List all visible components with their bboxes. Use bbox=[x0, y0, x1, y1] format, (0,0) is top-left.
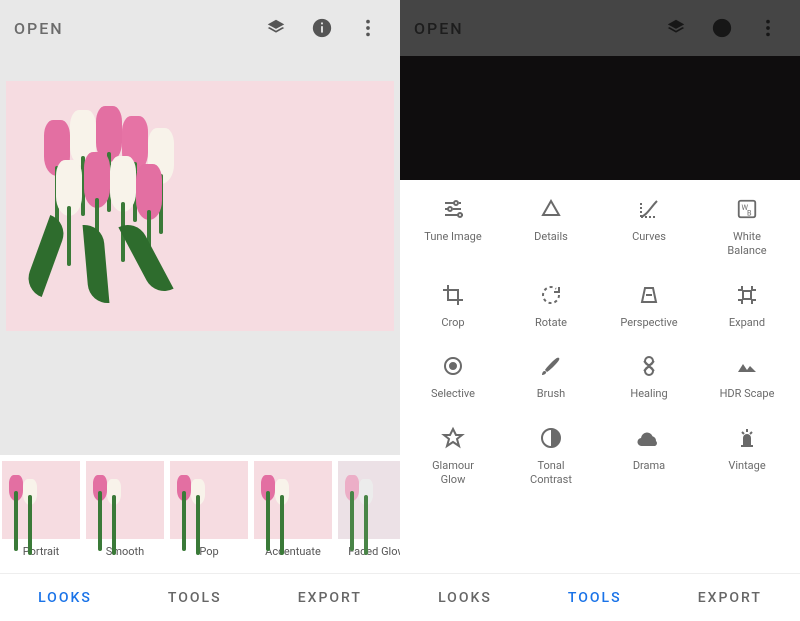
expand-icon bbox=[734, 282, 760, 308]
info-icon[interactable] bbox=[704, 10, 740, 46]
crop-icon bbox=[440, 282, 466, 308]
tool-label: Vintage bbox=[728, 459, 765, 473]
open-button[interactable]: OPEN bbox=[14, 19, 248, 38]
drama-icon bbox=[636, 425, 662, 451]
tool-label: Tune Image bbox=[424, 230, 481, 244]
look-label: Faded Glow bbox=[348, 545, 400, 558]
info-icon[interactable] bbox=[304, 10, 340, 46]
topbar: OPEN bbox=[400, 0, 800, 56]
tool-crop[interactable]: Crop bbox=[404, 282, 502, 330]
look-smooth[interactable]: Smooth bbox=[84, 461, 166, 573]
layers-icon[interactable] bbox=[658, 10, 694, 46]
healing-icon bbox=[636, 353, 662, 379]
screen-right-tools: OPEN Tune Image Details Curves WB White Bala… bbox=[400, 0, 800, 621]
looks-strip[interactable]: Portrait Smooth Pop Accentuate Faded Glo… bbox=[0, 455, 400, 573]
look-faded-glow[interactable]: Faded Glow bbox=[336, 461, 400, 573]
look-portrait[interactable]: Portrait bbox=[0, 461, 82, 573]
tool-curves[interactable]: Curves bbox=[600, 196, 698, 258]
tool-label: Brush bbox=[537, 387, 565, 401]
screen-left-looks: OPEN bbox=[0, 0, 400, 621]
tonal-contrast-icon bbox=[538, 425, 564, 451]
layers-icon[interactable] bbox=[258, 10, 294, 46]
tool-label: Details bbox=[534, 230, 568, 244]
tool-label: Crop bbox=[441, 316, 464, 330]
vintage-icon bbox=[734, 425, 760, 451]
tool-tonal-contrast[interactable]: Tonal Contrast bbox=[502, 425, 600, 487]
svg-text:B: B bbox=[747, 208, 752, 217]
perspective-icon bbox=[636, 282, 662, 308]
tools-panel: Tune Image Details Curves WB White Balance Cr… bbox=[400, 180, 800, 573]
tool-label: Curves bbox=[632, 230, 666, 244]
tool-label: Perspective bbox=[620, 316, 677, 330]
more-icon[interactable] bbox=[750, 10, 786, 46]
tool-selective[interactable]: Selective bbox=[404, 353, 502, 401]
tool-vintage[interactable]: Vintage bbox=[698, 425, 796, 487]
tool-healing[interactable]: Healing bbox=[600, 353, 698, 401]
hdr-scape-icon bbox=[734, 353, 760, 379]
brush-icon bbox=[538, 353, 564, 379]
rotate-icon bbox=[538, 282, 564, 308]
tool-label: Selective bbox=[431, 387, 475, 401]
tool-label: Tonal Contrast bbox=[530, 459, 572, 487]
nav-tools[interactable]: TOOLS bbox=[568, 590, 622, 606]
tool-white-balance[interactable]: WB White Balance bbox=[698, 196, 796, 258]
curves-icon bbox=[636, 196, 662, 222]
tool-brush[interactable]: Brush bbox=[502, 353, 600, 401]
look-label: Accentuate bbox=[265, 545, 321, 558]
tool-label: Expand bbox=[729, 316, 765, 330]
details-icon bbox=[538, 196, 564, 222]
nav-looks[interactable]: LOOKS bbox=[38, 590, 92, 606]
tool-label: Drama bbox=[633, 459, 665, 473]
nav-export[interactable]: EXPORT bbox=[298, 590, 362, 606]
tool-tune-image[interactable]: Tune Image bbox=[404, 196, 502, 258]
topbar: OPEN bbox=[0, 0, 400, 56]
look-pop[interactable]: Pop bbox=[168, 461, 250, 573]
tool-perspective[interactable]: Perspective bbox=[600, 282, 698, 330]
tool-label: Glamour Glow bbox=[432, 459, 474, 487]
tool-label: Rotate bbox=[535, 316, 567, 330]
image-canvas[interactable] bbox=[0, 56, 400, 356]
bottom-nav: LOOKS TOOLS EXPORT bbox=[0, 573, 400, 621]
nav-export[interactable]: EXPORT bbox=[698, 590, 762, 606]
look-accentuate[interactable]: Accentuate bbox=[252, 461, 334, 573]
tool-label: HDR Scape bbox=[720, 387, 775, 401]
tool-glamour-glow[interactable]: Glamour Glow bbox=[404, 425, 502, 487]
tool-rotate[interactable]: Rotate bbox=[502, 282, 600, 330]
selective-icon bbox=[440, 353, 466, 379]
tool-label: White Balance bbox=[727, 230, 766, 258]
nav-tools[interactable]: TOOLS bbox=[168, 590, 222, 606]
tool-details[interactable]: Details bbox=[502, 196, 600, 258]
tool-label: Healing bbox=[630, 387, 667, 401]
more-icon[interactable] bbox=[350, 10, 386, 46]
tool-expand[interactable]: Expand bbox=[698, 282, 796, 330]
tune-image-icon bbox=[440, 196, 466, 222]
edited-photo bbox=[6, 81, 394, 331]
bottom-nav: LOOKS TOOLS EXPORT bbox=[400, 573, 800, 621]
nav-looks[interactable]: LOOKS bbox=[438, 590, 492, 606]
tool-hdr-scape[interactable]: HDR Scape bbox=[698, 353, 796, 401]
look-label: Pop bbox=[199, 545, 218, 558]
open-button[interactable]: OPEN bbox=[414, 19, 648, 38]
white-balance-icon: WB bbox=[734, 196, 760, 222]
glamour-glow-icon bbox=[440, 425, 466, 451]
tool-drama[interactable]: Drama bbox=[600, 425, 698, 487]
